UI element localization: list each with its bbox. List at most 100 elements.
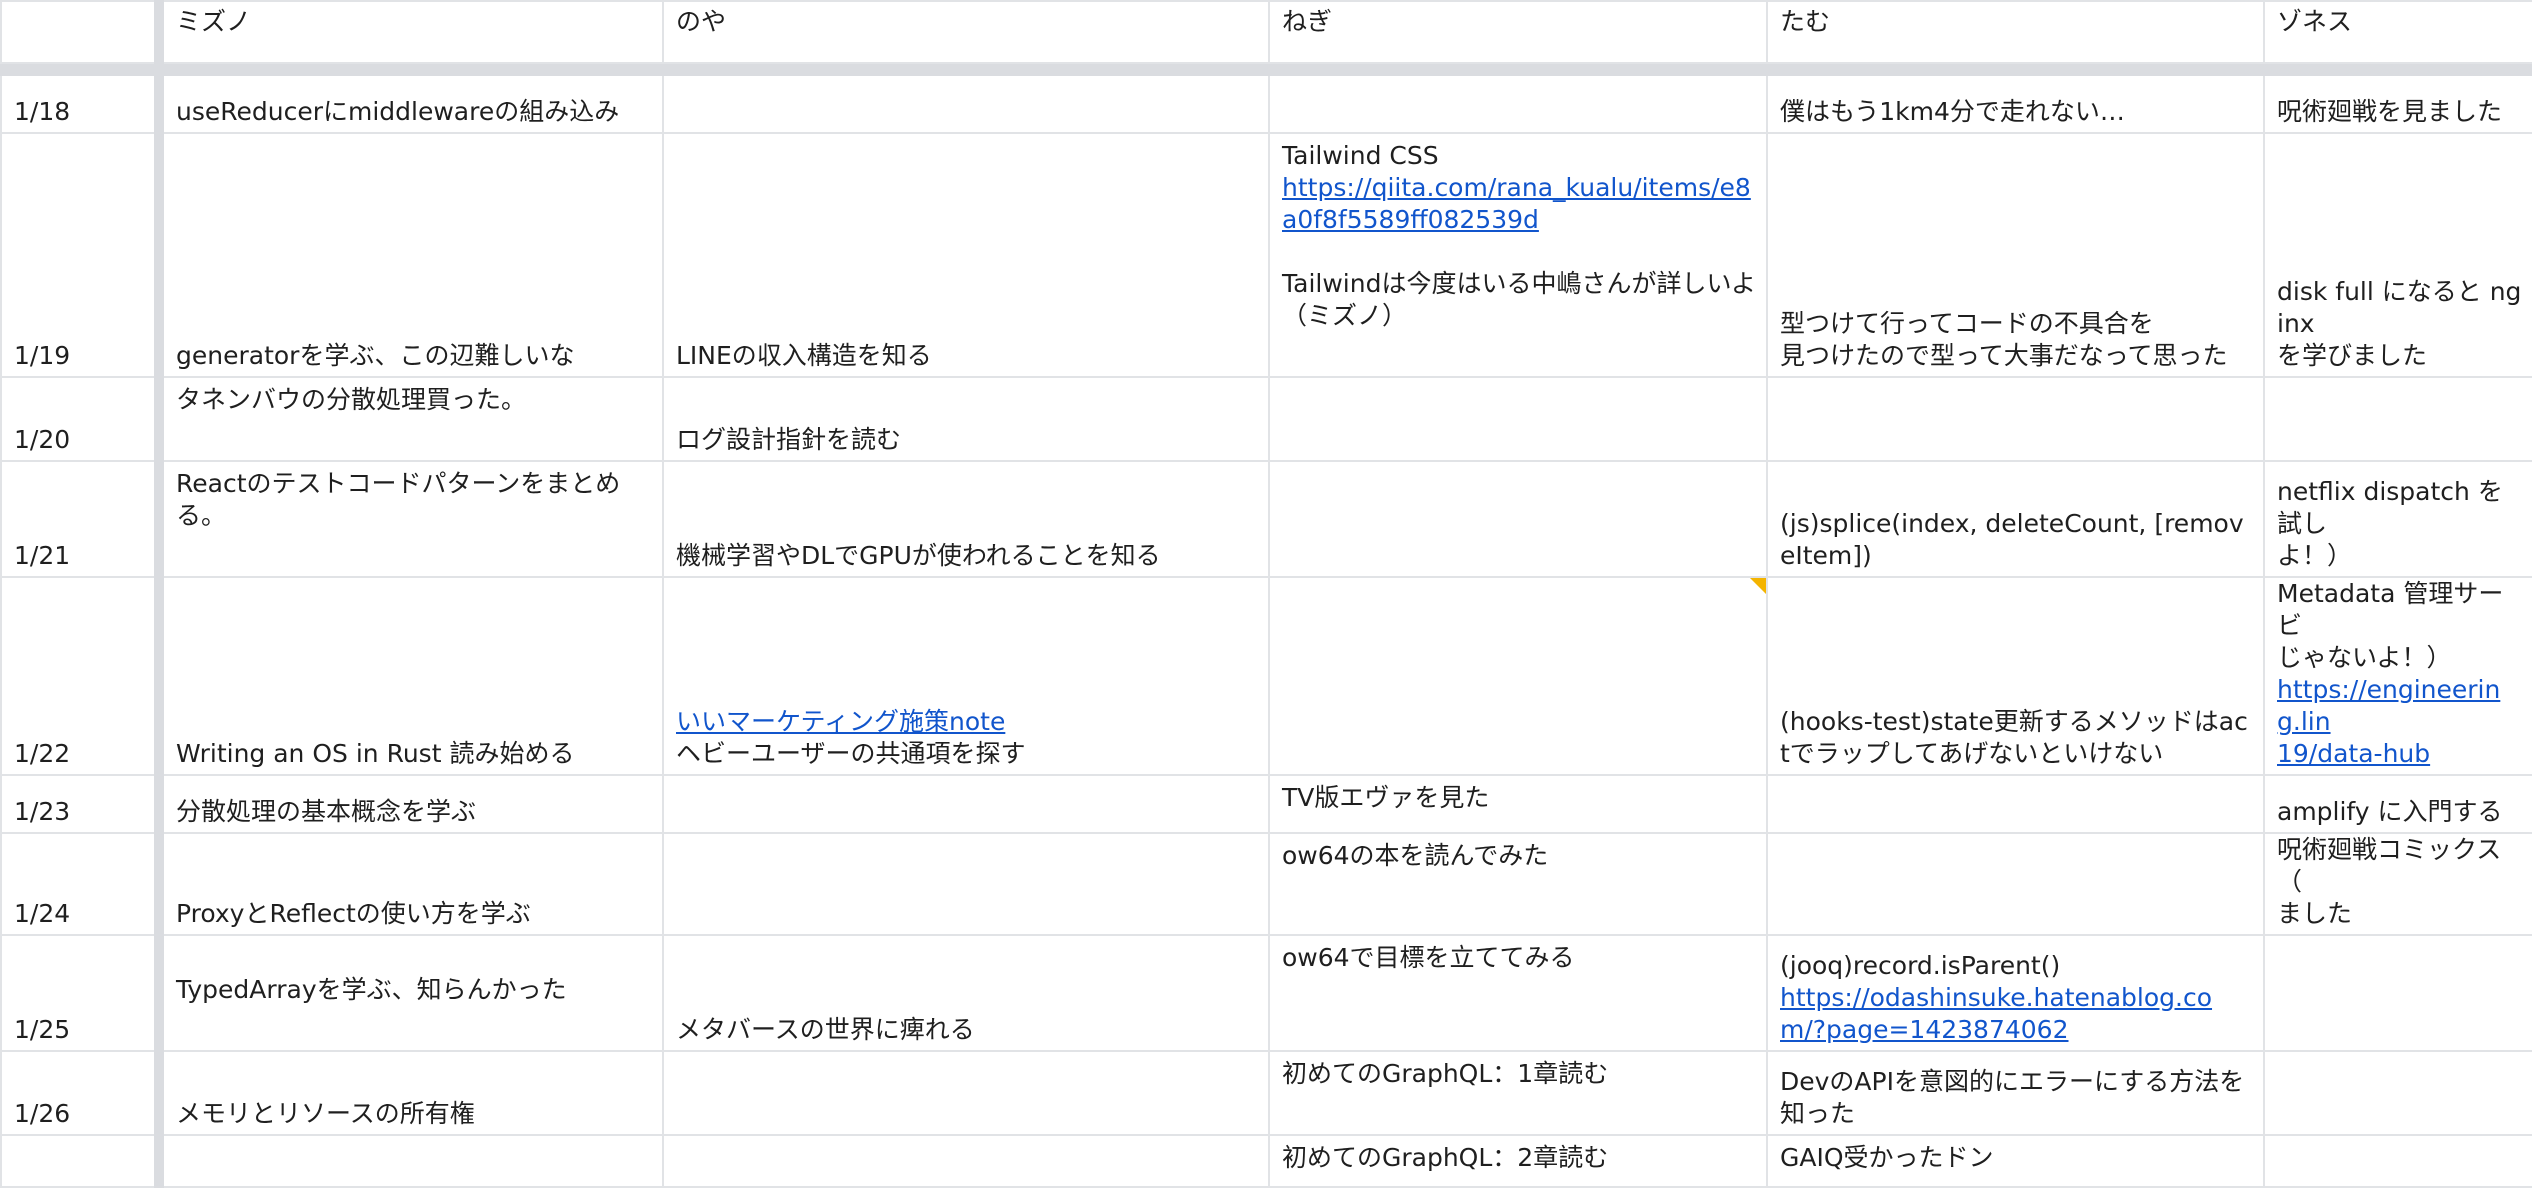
table-cell[interactable]: [1268, 74, 1768, 134]
column-header[interactable]: たむ: [1766, 0, 2265, 64]
table-cell[interactable]: LINEの収入構造を知る: [662, 132, 1270, 378]
table-cell[interactable]: [662, 774, 1270, 834]
cell-link[interactable]: https://odashinsuke.hatenablog.com/?page…: [1780, 982, 2253, 1046]
column-header[interactable]: のや: [662, 0, 1270, 64]
table-cell[interactable]: [2263, 1134, 2532, 1188]
table-cell[interactable]: [662, 74, 1270, 134]
table-cell[interactable]: ProxyとReflectの使い方を学ぶ: [158, 832, 664, 936]
table-cell[interactable]: ow64の本を読んでみた: [1268, 832, 1768, 936]
table-cell[interactable]: メタバースの世界に痺れる: [662, 934, 1270, 1052]
cell-text: 呪術廻戦を見ました: [2277, 97, 2503, 126]
corner-cell[interactable]: [0, 0, 164, 64]
cell-link[interactable]: https://engineering.lin: [2277, 674, 2522, 738]
cell-link[interactable]: https://qiita.com/rana_kualu/items/e8a0f…: [1282, 172, 1756, 236]
row-date[interactable]: 1/19: [0, 132, 164, 378]
table-cell[interactable]: netflix dispatch を試し よ！）: [2263, 460, 2532, 578]
cell-text: DevのAPIを意図的にエラーにする方法を知った: [1780, 1067, 2245, 1128]
cell-text: TypedArrayを学ぶ、知らんかった: [176, 975, 567, 1004]
comment-indicator-icon[interactable]: [1750, 579, 1765, 594]
table-row: 1/18 useReducerにmiddlewareの組み込み 僕はもう1km4分で…: [0, 74, 2532, 134]
row-date[interactable]: 1/24: [0, 832, 164, 936]
table-cell[interactable]: 呪術廻戦を見ました: [2263, 74, 2532, 134]
table-cell[interactable]: ow64で目標を立ててみる: [1268, 934, 1768, 1052]
table-row: 1/26 メモリとリソースの所有権 初めてのGraphQL：1章読む DevのAPIを…: [0, 1050, 2532, 1136]
freeze-bar: [1766, 62, 2265, 76]
table-cell[interactable]: 呪術廻戦コミックス（ ました: [2263, 832, 2532, 936]
table-cell[interactable]: [662, 832, 1270, 936]
cell-text: Tailwind CSS: [1282, 141, 1439, 170]
table-cell[interactable]: GAIQ受かったドン: [1766, 1134, 2265, 1188]
freeze-divider[interactable]: [0, 62, 2532, 76]
cell-text: ProxyとReflectの使い方を学ぶ: [176, 899, 531, 928]
table-cell[interactable]: いいマーケティング施策note ヘビーユーザーの共通項を探す: [662, 576, 1270, 776]
table-cell[interactable]: タネンバウの分散処理買った。: [158, 376, 664, 462]
cell-text: (hooks-test)state更新するメソッドはactでラップしてあげないと…: [1780, 707, 2248, 768]
table-cell[interactable]: [662, 1134, 1270, 1188]
table-cell[interactable]: useReducerにmiddlewareの組み込み: [158, 74, 664, 134]
freeze-bar: [2263, 62, 2532, 76]
table-row: 1/20 タネンバウの分散処理買った。 ログ設計指針を読む: [0, 376, 2532, 462]
table-row: 1/21 Reactのテストコードパターンをまとめる。 機械学習やDLでGPUが使わ…: [0, 460, 2532, 578]
table-cell[interactable]: 僕はもう1km4分で走れない…: [1766, 74, 2265, 134]
table-cell[interactable]: (js)splice(index, deleteCount, [removeIt…: [1766, 460, 2265, 578]
table-cell[interactable]: (jooq)record.isParent() https://odashinsu…: [1766, 934, 2265, 1052]
cell-text: LINEの収入構造を知る: [676, 341, 932, 370]
cell-text: Metadata 管理サービ: [2277, 579, 2504, 640]
table-cell[interactable]: [1268, 576, 1768, 776]
row-date[interactable]: 1/23: [0, 774, 164, 834]
cell-link[interactable]: 19/data-hub: [2277, 738, 2522, 770]
cell-text: 機械学習やDLでGPUが使われることを知る: [676, 541, 1161, 570]
cell-text: useReducerにmiddlewareの組み込み: [176, 97, 620, 126]
row-date[interactable]: 1/20: [0, 376, 164, 462]
table-cell[interactable]: Metadata 管理サービ じゃないよ！） https://engineering…: [2263, 576, 2532, 776]
table-cell[interactable]: [1766, 774, 2265, 834]
row-date[interactable]: [0, 1134, 164, 1188]
cell-text: TV版エヴァを見た: [1282, 783, 1490, 812]
table-cell[interactable]: (hooks-test)state更新するメソッドはactでラップしてあげないと…: [1766, 576, 2265, 776]
table-cell[interactable]: Writing an OS in Rust 読み始める: [158, 576, 664, 776]
row-date[interactable]: 1/21: [0, 460, 164, 578]
cell-text: (jooq)record.isParent(): [1780, 951, 2061, 980]
row-date[interactable]: 1/26: [0, 1050, 164, 1136]
table-cell[interactable]: DevのAPIを意図的にエラーにする方法を知った: [1766, 1050, 2265, 1136]
table-cell[interactable]: 初めてのGraphQL：2章読む: [1268, 1134, 1768, 1188]
table-cell[interactable]: 機械学習やDLでGPUが使われることを知る: [662, 460, 1270, 578]
column-header[interactable]: ねぎ: [1268, 0, 1768, 64]
table-cell[interactable]: メモリとリソースの所有権: [158, 1050, 664, 1136]
table-cell[interactable]: Reactのテストコードパターンをまとめる。: [158, 460, 664, 578]
table-cell[interactable]: ログ設計指針を読む: [662, 376, 1270, 462]
table-row: 1/19 generatorを学ぶ、この辺難しいな LINEの収入構造を知る Tail…: [0, 132, 2532, 378]
freeze-bar: [0, 62, 160, 76]
table-cell[interactable]: 初めてのGraphQL：1章読む: [1268, 1050, 1768, 1136]
table-cell[interactable]: generatorを学ぶ、この辺難しいな: [158, 132, 664, 378]
table-row: 1/22 Writing an OS in Rust 読み始める いいマーケティング…: [0, 576, 2532, 776]
table-cell[interactable]: [1268, 376, 1768, 462]
table-cell[interactable]: [1766, 832, 2265, 936]
cell-text: 僕はもう1km4分で走れない…: [1780, 97, 2125, 126]
row-date[interactable]: 1/22: [0, 576, 164, 776]
table-cell[interactable]: 型つけて行ってコードの不具合を 見つけたので型って大事だなって思った: [1766, 132, 2265, 378]
cell-text: メタバースの世界に痺れる: [676, 1015, 975, 1044]
table-cell[interactable]: [2263, 376, 2532, 462]
table-cell[interactable]: [1766, 376, 2265, 462]
table-cell[interactable]: 分散処理の基本概念を学ぶ: [158, 774, 664, 834]
table-cell[interactable]: TV版エヴァを見た: [1268, 774, 1768, 834]
row-date[interactable]: 1/18: [0, 74, 164, 134]
column-header[interactable]: ゾネス: [2263, 0, 2532, 64]
table-cell[interactable]: TypedArrayを学ぶ、知らんかった: [158, 934, 664, 1052]
table-cell[interactable]: [2263, 1050, 2532, 1136]
freeze-bar: [1268, 62, 1768, 76]
table-cell[interactable]: [1268, 460, 1768, 578]
table-cell[interactable]: amplify に入門する: [2263, 774, 2532, 834]
table-cell[interactable]: disk full になると nginx を学びました: [2263, 132, 2532, 378]
cell-text: [176, 942, 652, 974]
cell-text: disk full になると nginx: [2277, 277, 2522, 338]
table-cell[interactable]: [662, 1050, 1270, 1136]
row-date[interactable]: 1/25: [0, 934, 164, 1052]
table-cell[interactable]: [2263, 934, 2532, 1052]
column-header[interactable]: ミズノ: [158, 0, 664, 64]
table-cell[interactable]: Tailwind CSS https://qiita.com/rana_kualu…: [1268, 132, 1768, 378]
table-row: 1/25 TypedArrayを学ぶ、知らんかったメタバースの世界に痺れる ow6…: [0, 934, 2532, 1052]
table-cell[interactable]: [158, 1134, 664, 1188]
cell-link[interactable]: いいマーケティング施策note: [676, 706, 1258, 738]
